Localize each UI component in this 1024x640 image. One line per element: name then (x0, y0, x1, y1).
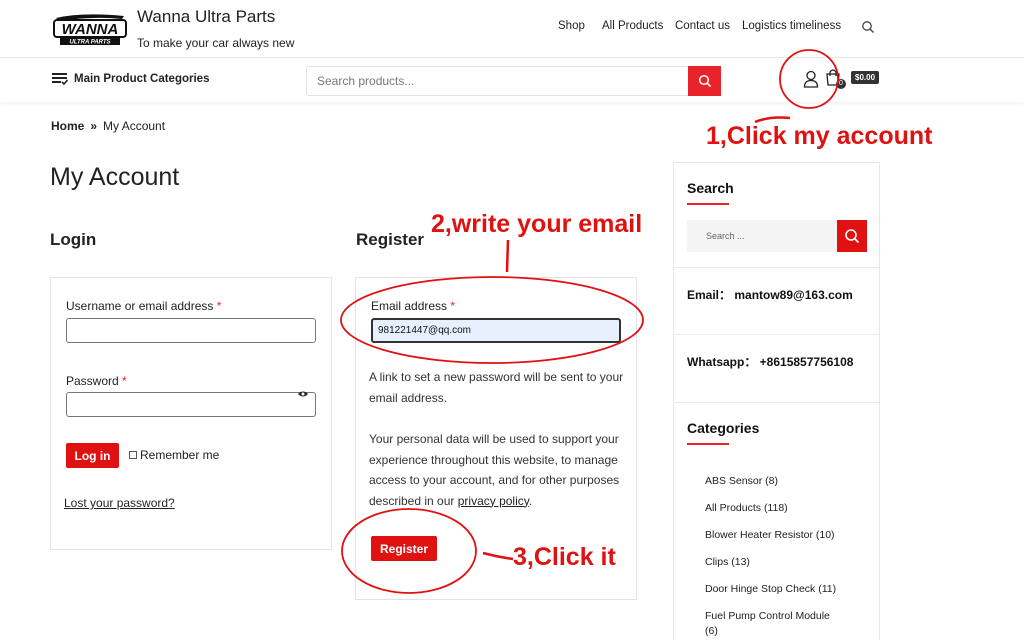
required-mark: * (450, 299, 456, 313)
breadcrumb-separator: » (90, 119, 98, 133)
annotation-step-3: 3,Click it (513, 543, 616, 571)
username-label: Username or email address * (66, 299, 221, 313)
sidebar-search (687, 220, 867, 252)
search-icon[interactable] (861, 20, 875, 34)
annotation-step-2: 2,write your email (431, 210, 643, 238)
category-item[interactable]: Blower Heater Resistor (10) (705, 528, 855, 543)
categories-menu-label: Main Product Categories (74, 73, 210, 85)
cart-total-badge[interactable]: $0.00 (851, 71, 880, 84)
sidebar-divider (674, 267, 879, 268)
annotation-step-1: 1,Click my account (706, 122, 933, 150)
privacy-notice: Your personal data will be used to suppo… (369, 429, 624, 511)
privacy-policy-link[interactable]: privacy policy (458, 494, 529, 508)
contact-email: Email： mantow89@163.com (687, 288, 853, 302)
password-label: Password * (66, 374, 127, 388)
email-label: Email address * (371, 299, 455, 313)
register-button[interactable]: Register (371, 536, 437, 561)
email-label-text: Email address (371, 299, 448, 313)
site-tagline: To make your car always new (137, 36, 295, 50)
sidebar-divider (674, 334, 879, 335)
sidebar: Search Email： mantow89@163.com Whatsapp：… (673, 162, 880, 640)
annotation-line-email (505, 239, 510, 273)
sidebar-categories-title: Categories (687, 420, 760, 436)
sidebar-divider (674, 402, 879, 403)
menu-list-icon (52, 73, 68, 86)
user-account-icon[interactable] (803, 70, 819, 88)
category-item[interactable]: Clips (13) (705, 555, 855, 570)
password-link-note: A link to set a new password will be sen… (369, 370, 624, 405)
remember-me: Remember me (129, 448, 219, 462)
username-input[interactable] (66, 318, 316, 343)
required-mark: * (216, 299, 222, 313)
contact-whatsapp: Whatsapp： +8615857756108 (687, 355, 854, 369)
cart-count-badge: 0 (836, 79, 846, 89)
register-title: Register (356, 230, 425, 249)
sidebar-search-button[interactable] (837, 220, 867, 252)
sidebar-search-input[interactable] (687, 220, 837, 252)
breadcrumb-current: My Account (103, 119, 166, 133)
nav-contact-us[interactable]: Contact us (675, 20, 730, 32)
password-input[interactable] (66, 392, 316, 417)
login-title: Login (50, 230, 97, 249)
title-underline (687, 203, 729, 205)
breadcrumb-home-link[interactable]: Home (51, 119, 84, 133)
sub-header: Main Product Categories 0 $0.00 (0, 58, 1024, 102)
remember-me-label[interactable]: Remember me (140, 448, 219, 462)
nav-logistics-timeliness[interactable]: Logistics timeliness (742, 20, 841, 32)
lost-password-link[interactable]: Lost your password? (64, 496, 175, 510)
sidebar-search-title: Search (687, 180, 734, 196)
privacy-notice-end: . (528, 493, 533, 508)
category-item[interactable]: ABS Sensor (8) (705, 474, 855, 489)
password-label-text: Password (66, 374, 119, 388)
categories-menu-button[interactable]: Main Product Categories (52, 72, 209, 86)
search-icon (698, 74, 711, 88)
register-email-input[interactable] (371, 318, 621, 343)
category-item[interactable]: Fuel Pump Control Module (6) (705, 609, 835, 639)
site-logo[interactable]: WANNA ULTRA PARTS (52, 10, 128, 48)
breadcrumb: Home » My Account (51, 119, 165, 133)
show-password-eye-icon[interactable] (297, 390, 309, 398)
title-underline (687, 443, 729, 445)
remember-me-checkbox[interactable] (129, 451, 137, 459)
nav-shop[interactable]: Shop (558, 20, 585, 32)
product-search (306, 66, 721, 96)
login-button[interactable]: Log in (66, 443, 119, 468)
page-title: My Account (50, 163, 180, 191)
nav-all-products[interactable]: All Products (602, 20, 663, 32)
category-item[interactable]: All Products (118) (705, 501, 855, 516)
category-item[interactable]: Door Hinge Stop Check (11) (705, 582, 855, 597)
site-header: WANNA ULTRA PARTS Wanna Ultra Parts To m… (0, 0, 1024, 58)
svg-text:ULTRA PARTS: ULTRA PARTS (69, 40, 110, 46)
product-search-button[interactable] (688, 66, 721, 96)
svg-text:WANNA: WANNA (62, 21, 119, 38)
required-mark: * (122, 374, 127, 388)
product-search-input[interactable] (307, 67, 689, 95)
site-title[interactable]: Wanna Ultra Parts (137, 7, 275, 27)
search-icon (845, 229, 860, 244)
username-label-text: Username or email address (66, 299, 214, 313)
